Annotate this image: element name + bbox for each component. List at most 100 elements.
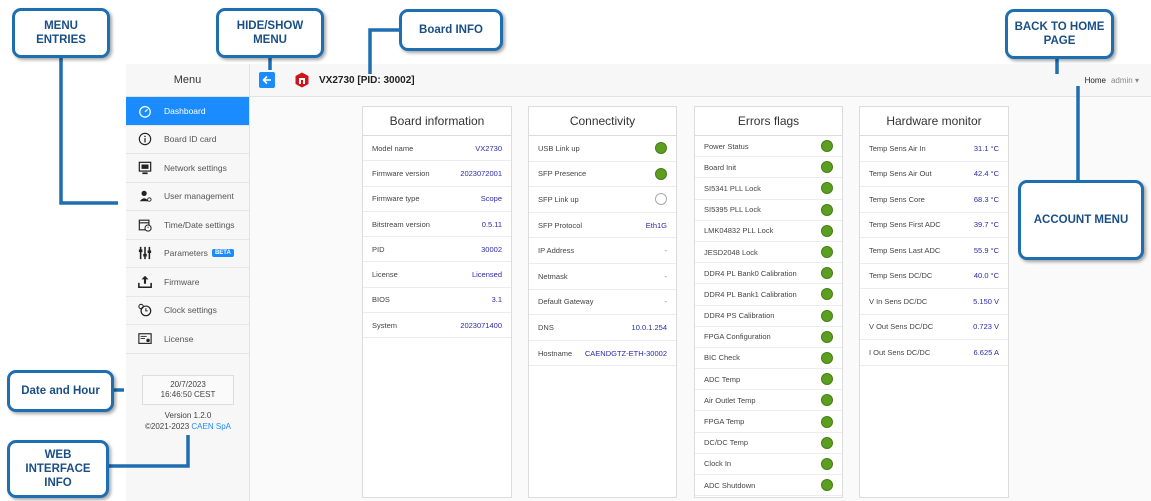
back-home-callout: BACK TO HOME PAGE — [1005, 9, 1114, 59]
clock-icon — [138, 303, 152, 317]
sidebar-item-user-management[interactable]: User management — [126, 183, 249, 211]
row-value: CAENDGTZ-ETH-30002 — [584, 348, 667, 358]
row-dns: DNS 10.0.1.254 — [529, 315, 676, 341]
row-value: - — [664, 297, 668, 307]
callout-label: HIDE/SHOW MENU — [236, 20, 304, 46]
callout-label: WEB INTERFACE INFO — [25, 449, 91, 489]
row-label: Clock In — [704, 459, 732, 469]
row-temp-sens-air-out: Temp Sens Air Out 42.4 °C — [860, 162, 1008, 187]
row-label: SFP Protocol — [538, 220, 583, 230]
row-label: Firmware type — [372, 194, 420, 204]
row-value: Eth1G — [645, 220, 667, 230]
account-area: Home admin ▾ — [1085, 76, 1139, 85]
board-information-card: Board information Model name VX2730 Firmwa… — [362, 106, 512, 498]
row-value: 0.723 V — [973, 322, 999, 332]
account-menu-callout: ACCOUNT MENU — [1018, 180, 1144, 260]
status-indicator-icon — [821, 246, 833, 259]
status-indicator-icon — [821, 436, 833, 449]
version-info: Version 1.2.0 ©2021-2023 CAEN SpA — [126, 410, 250, 432]
row-sfp-link-up: SFP Link up — [529, 187, 676, 213]
sidebar-item-dashboard[interactable]: Dashboard — [126, 97, 249, 126]
company-link[interactable]: CAEN SpA — [191, 422, 231, 431]
upload-icon — [138, 275, 152, 289]
sidebar-item-clock-settings[interactable]: Clock settings — [126, 297, 249, 325]
row-power-status: Power Status — [695, 136, 842, 158]
row-value: 42.4 °C — [973, 169, 999, 179]
row-label: LMK04832 PLL Lock — [704, 226, 774, 236]
date-hour-callout: Date and Hour — [7, 370, 114, 412]
row-label: Air Outlet Temp — [704, 395, 756, 405]
board-info-title: VX2730 [PID: 30002] — [319, 74, 415, 86]
row-jesd2048-lock: JESD2048 Lock — [695, 242, 842, 264]
row-v-in-sens-dc-dc: V In Sens DC/DC 5.150 V — [860, 289, 1008, 315]
status-indicator-icon — [821, 140, 833, 153]
sidebar-menu: Dashboard Board ID card Network settings… — [126, 97, 249, 354]
row-label: JESD2048 Lock — [704, 247, 758, 257]
home-link[interactable]: Home — [1085, 76, 1106, 85]
errors-flags-card: Errors flags Power Status Board Init SI534… — [694, 106, 843, 498]
row-value: Licensed — [471, 270, 502, 280]
sidebar: Menu Dashboard Board ID card Network set… — [126, 64, 250, 501]
status-indicator-icon — [655, 193, 667, 206]
status-indicator-icon — [821, 288, 833, 301]
status-indicator-icon — [821, 479, 833, 492]
connectivity-card: Connectivity USB Link up SFP Presence SFP … — [528, 106, 677, 498]
row-value: 31.1 °C — [973, 143, 999, 153]
row-label: SFP Presence — [538, 169, 587, 179]
board-info-callout: Board INFO — [399, 9, 503, 51]
row-clock-in: Clock In — [695, 454, 842, 475]
sidebar-item-time-date-settings[interactable]: Time/Date settings — [126, 211, 249, 240]
calendar-clock-icon — [138, 218, 152, 232]
beta-badge: BETA — [211, 249, 234, 258]
row-board-init: Board Init — [695, 157, 842, 179]
hide-show-menu-button[interactable] — [259, 72, 275, 88]
row-value: - — [664, 246, 668, 256]
version-text: Version 1.2.0 — [164, 411, 212, 420]
row-label: DDR4 PL Bank1 Calibration — [704, 289, 797, 299]
status-indicator-icon — [821, 457, 833, 470]
row-label: V In Sens DC/DC — [869, 296, 928, 306]
copyright-years: ©2021-2023 — [145, 422, 190, 431]
row-system: System 2023071400 — [363, 313, 511, 339]
row-label: DDR4 PS Calibration — [704, 311, 775, 321]
menu-entries-callout: MENU ENTRIES — [12, 8, 110, 58]
topbar: VX2730 [PID: 30002] Home admin ▾ — [250, 64, 1151, 97]
row-label: Default Gateway — [538, 297, 594, 307]
row-value: 3.1 — [491, 295, 502, 305]
sidebar-item-parameters[interactable]: Parameters BETA — [126, 240, 249, 268]
row-label: Board Init — [704, 162, 737, 172]
sidebar-item-label: Board ID card — [164, 134, 217, 145]
status-indicator-icon — [821, 309, 833, 322]
row-value: 55.9 °C — [973, 245, 999, 255]
callout-label: MENU ENTRIES — [36, 20, 86, 46]
row-value: 2023072001 — [460, 168, 502, 178]
row-bic-check: BIC Check — [695, 348, 842, 370]
row-v-out-sens-dc-dc: V Out Sens DC/DC 0.723 V — [860, 315, 1008, 340]
sidebar-item-network-settings[interactable]: Network settings — [126, 154, 249, 183]
sidebar-item-firmware[interactable]: Firmware — [126, 268, 249, 297]
row-value: Scope — [480, 194, 502, 204]
row-value: 68.3 °C — [973, 194, 999, 204]
row-usb-link-up: USB Link up — [529, 136, 676, 162]
row-value: VX2730 — [475, 143, 502, 153]
card-title: Board information — [363, 107, 511, 136]
row-label: PID — [372, 244, 385, 254]
date-time-display: 20/7/2023 16:46:50 CEST — [142, 375, 234, 405]
row-i-out-sens-dc-dc: I Out Sens DC/DC 6.625 A — [860, 340, 1008, 366]
row-label: Bitstream version — [372, 219, 430, 229]
account-menu[interactable]: admin ▾ — [1111, 76, 1139, 85]
row-label: FPGA Temp — [704, 417, 745, 427]
row-value: 30002 — [481, 244, 502, 254]
row-label: Temp Sens Last ADC — [869, 245, 941, 255]
row-label: SI5395 PLL Lock — [704, 205, 761, 215]
sidebar-item-board-id-card[interactable]: Board ID card — [126, 126, 249, 154]
status-indicator-icon — [821, 182, 833, 195]
row-temp-sens-air-in: Temp Sens Air In 31.1 °C — [860, 136, 1008, 162]
card-title: Hardware monitor — [860, 107, 1008, 136]
row-ddr4-pl-bank1-calibration: DDR4 PL Bank1 Calibration — [695, 284, 842, 306]
sidebar-header: Menu — [126, 64, 249, 97]
row-netmask: Netmask - — [529, 264, 676, 290]
row-label: Hostname — [538, 348, 573, 358]
status-indicator-icon — [821, 351, 833, 364]
sidebar-item-license[interactable]: License — [126, 325, 249, 354]
